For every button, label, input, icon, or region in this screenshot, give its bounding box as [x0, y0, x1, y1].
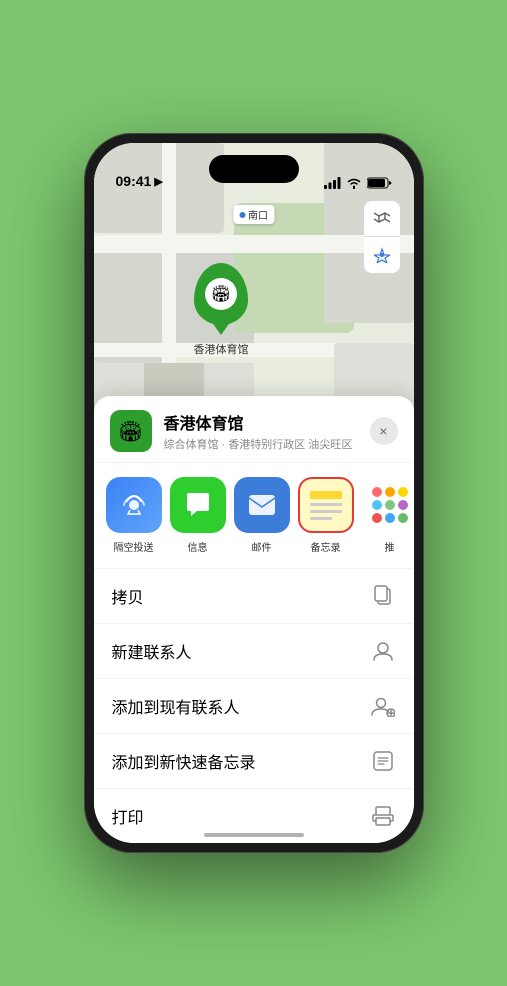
mail-label: 邮件: [252, 539, 272, 554]
print-icon: [370, 803, 396, 829]
signal-icon: [324, 177, 341, 189]
status-icons: [324, 177, 392, 189]
time-display: 09:41: [116, 173, 152, 189]
venue-icon: 🏟: [110, 410, 152, 452]
bottom-sheet: 🏟 香港体育馆 综合体育馆 · 香港特别行政区 油尖旺区 ×: [94, 396, 414, 843]
sheet-header: 🏟 香港体育馆 综合体育馆 · 香港特别行政区 油尖旺区 ×: [94, 396, 414, 463]
more-label: 推: [385, 539, 395, 554]
map-pin: 🏟 香港体育馆: [194, 263, 249, 357]
venue-subtitle: 综合体育馆 · 香港特别行政区 油尖旺区: [164, 436, 358, 452]
location-button[interactable]: [364, 237, 400, 273]
mail-icon: [234, 477, 290, 533]
new-contact-label: 新建联系人: [112, 639, 192, 663]
new-contact-icon: [370, 638, 396, 664]
share-row: 隔空投送 信息: [94, 463, 414, 569]
airdrop-icon: [106, 477, 162, 533]
wifi-icon: [346, 177, 362, 189]
share-message[interactable]: 信息: [170, 477, 226, 554]
copy-icon: [370, 583, 396, 609]
venue-info: 香港体育馆 综合体育馆 · 香港特别行政区 油尖旺区: [164, 410, 358, 452]
map-north-label: 南口: [233, 205, 274, 224]
dynamic-island: [209, 155, 299, 183]
print-label: 打印: [112, 804, 144, 828]
status-time: 09:41 ▶: [116, 173, 163, 189]
home-indicator: [204, 833, 304, 837]
add-contact-icon: [370, 693, 396, 719]
map-pin-label: 香港体育馆: [194, 341, 249, 357]
add-contact-label: 添加到现有联系人: [112, 694, 240, 718]
north-label-text: 南口: [248, 207, 268, 222]
phone-screen: 09:41 ▶: [94, 143, 414, 843]
share-more[interactable]: 推: [362, 477, 414, 554]
map-controls[interactable]: [364, 201, 400, 273]
action-add-contact[interactable]: 添加到现有联系人: [94, 679, 414, 734]
venue-name: 香港体育馆: [164, 410, 358, 434]
phone-frame: 09:41 ▶: [84, 133, 424, 853]
message-icon: [170, 477, 226, 533]
share-airdrop[interactable]: 隔空投送: [106, 477, 162, 554]
action-copy[interactable]: 拷贝: [94, 569, 414, 624]
quick-note-label: 添加到新快速备忘录: [112, 749, 256, 773]
location-icon: ▶: [154, 175, 162, 188]
close-button[interactable]: ×: [370, 417, 398, 445]
share-notes[interactable]: 备忘录: [298, 477, 354, 554]
action-list: 拷贝 新建联系人: [94, 569, 414, 843]
airdrop-label: 隔空投送: [114, 539, 154, 554]
notes-icon: [298, 477, 354, 533]
quick-note-icon: [370, 748, 396, 774]
map-type-button[interactable]: [364, 201, 400, 237]
copy-label: 拷贝: [112, 584, 144, 608]
more-icon: [362, 477, 414, 533]
message-label: 信息: [188, 539, 208, 554]
action-quick-note[interactable]: 添加到新快速备忘录: [94, 734, 414, 789]
battery-icon: [367, 177, 392, 189]
share-mail[interactable]: 邮件: [234, 477, 290, 554]
action-new-contact[interactable]: 新建联系人: [94, 624, 414, 679]
notes-label: 备忘录: [311, 539, 341, 554]
